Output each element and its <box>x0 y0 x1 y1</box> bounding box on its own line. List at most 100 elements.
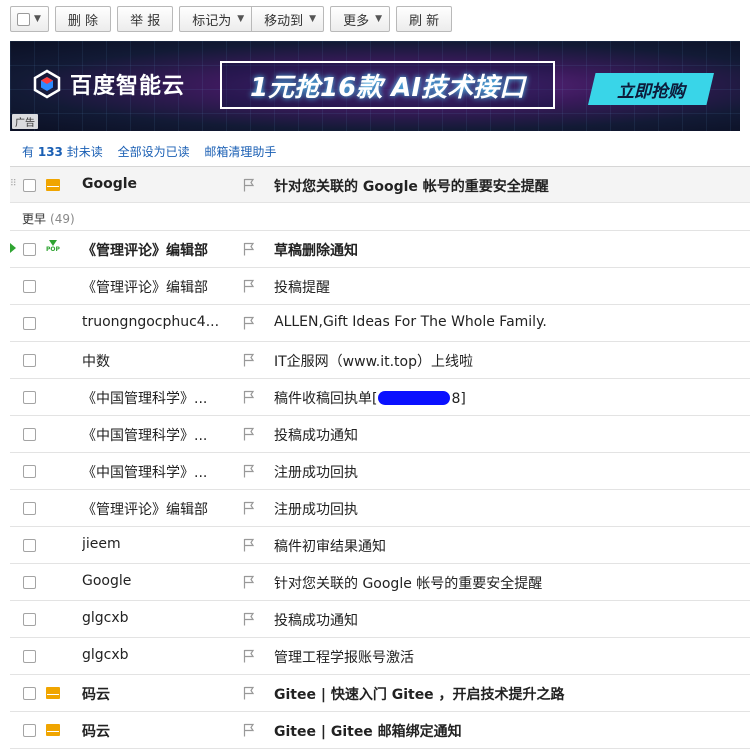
flag-icon[interactable] <box>243 353 255 367</box>
mail-sender: 中数 <box>82 354 110 370</box>
move-to-dropdown[interactable]: 移动到 ▼ <box>252 6 325 32</box>
row-checkbox[interactable] <box>23 687 36 700</box>
flag-icon[interactable] <box>243 686 255 700</box>
flag-icon[interactable] <box>243 575 255 589</box>
row-checkbox[interactable] <box>23 502 36 515</box>
mail-list: ⠿ Google 针对您关联的 Google 帐号的重要安全提醒 更早 (49) … <box>10 166 750 749</box>
promo-frame: 1元抢16款 AI技术接口 <box>220 61 555 109</box>
mark-move-group: 标记为 ▼ 移动到 ▼ <box>179 6 325 34</box>
pop-download-icon: POP <box>46 240 60 256</box>
mail-subject: 针对您关联的 Google 帐号的重要安全提醒 <box>274 576 543 592</box>
more-dropdown[interactable]: 更多 ▼ <box>330 6 391 32</box>
mail-sender: 码云 <box>82 724 110 740</box>
cloud-cube-icon <box>33 69 61 99</box>
row-checkbox[interactable] <box>23 243 36 256</box>
mark-all-read-link[interactable]: 全部设为已读 <box>118 145 190 159</box>
mail-row[interactable]: 《中国管理科学》... 投稿成功通知 <box>10 416 750 453</box>
flag-icon[interactable] <box>243 242 255 256</box>
row-checkbox[interactable] <box>23 354 36 367</box>
flag-icon[interactable] <box>243 427 255 441</box>
mail-row[interactable]: 《管理评论》编辑部 投稿提醒 <box>10 268 750 305</box>
mail-subject: 稿件初审结果通知 <box>274 539 386 555</box>
flag-icon[interactable] <box>243 464 255 478</box>
delete-button[interactable]: 删 除 <box>54 6 112 32</box>
mail-row[interactable]: 码云 Gitee | 快速入门 Gitee ，开启技术提升之路 <box>10 675 750 712</box>
flag-icon[interactable] <box>243 178 255 192</box>
mark-as-label: 标记为 <box>192 13 232 29</box>
flag-icon[interactable] <box>243 649 255 663</box>
envelope-icon <box>46 687 60 699</box>
report-button[interactable]: 举 报 <box>117 6 174 32</box>
row-checkbox[interactable] <box>23 391 36 404</box>
mail-subject: Gitee | Gitee 邮箱绑定通知 <box>274 724 462 740</box>
flag-icon[interactable] <box>243 501 255 515</box>
mail-sender: 《中国管理科学》... <box>82 391 208 407</box>
flag-icon[interactable] <box>243 279 255 293</box>
row-checkbox[interactable] <box>23 724 36 737</box>
row-checkbox[interactable] <box>23 613 36 626</box>
redaction-mark <box>378 391 451 405</box>
unread-count[interactable]: 133 <box>38 145 63 159</box>
mail-row[interactable]: glgcxb 投稿成功通知 <box>10 601 750 638</box>
mail-subject: 稿件收稿回执单[8] <box>274 388 466 408</box>
mail-sender: jieem <box>82 536 121 552</box>
mail-row[interactable]: 中数 IT企服网（www.it.top）上线啦 <box>10 342 750 379</box>
brand-name: 百度智能云 <box>70 74 186 99</box>
row-checkbox[interactable] <box>23 428 36 441</box>
mailbox-cleanup-link[interactable]: 邮箱清理助手 <box>204 145 276 159</box>
mail-subject: 投稿成功通知 <box>274 428 358 444</box>
mark-as-dropdown[interactable]: 标记为 ▼ <box>179 6 253 32</box>
mail-subject: Gitee | 快速入门 Gitee ，开启技术提升之路 <box>274 687 565 703</box>
mail-row[interactable]: glgcxb 管理工程学报账号激活 <box>10 638 750 675</box>
mail-row[interactable]: Google 针对您关联的 Google 帐号的重要安全提醒 <box>10 564 750 601</box>
row-checkbox[interactable] <box>23 576 36 589</box>
envelope-icon <box>46 724 60 736</box>
mail-sender: Google <box>82 573 132 589</box>
row-checkbox[interactable] <box>23 280 36 293</box>
buy-now-button[interactable]: 立即抢购 <box>588 73 714 105</box>
mail-subject: 注册成功回执 <box>274 502 358 518</box>
mail-subject: 管理工程学报账号激活 <box>274 650 414 666</box>
pinned-mail-row[interactable]: ⠿ Google 针对您关联的 Google 帐号的重要安全提醒 <box>10 166 750 203</box>
mail-row[interactable]: truongngocphuc4... ALLEN,Gift Ideas For T… <box>10 305 750 342</box>
mail-sender: 《管理评论》编辑部 <box>82 243 208 259</box>
flag-icon[interactable] <box>243 538 255 552</box>
chevron-down-icon: ▼ <box>309 14 317 24</box>
unread-summary: 有 133 封未读 全部设为已读 邮箱清理助手 <box>22 143 276 160</box>
refresh-button[interactable]: 刷 新 <box>396 6 453 32</box>
flag-icon[interactable] <box>243 612 255 626</box>
flag-icon[interactable] <box>243 723 255 737</box>
mail-subject: 针对您关联的 Google 帐号的重要安全提醒 <box>274 179 549 195</box>
mail-sender: 《中国管理科学》... <box>82 465 208 481</box>
flag-icon[interactable] <box>243 316 255 330</box>
row-checkbox[interactable] <box>23 465 36 478</box>
drag-handle-icon[interactable]: ⠿ <box>10 179 17 189</box>
unread-prefix: 有 <box>22 145 35 159</box>
mail-subject: ALLEN,Gift Ideas For The Whole Family. <box>274 314 547 330</box>
ad-tag: 广告 <box>12 114 38 129</box>
unread-suffix: 封未读 <box>66 145 103 159</box>
row-checkbox[interactable] <box>23 179 36 192</box>
group-count: (49) <box>50 212 75 226</box>
row-checkbox[interactable] <box>23 650 36 663</box>
select-all-dropdown[interactable]: ▼ <box>10 6 49 32</box>
select-all-checkbox[interactable] <box>17 12 30 26</box>
chevron-down-icon: ▼ <box>375 14 383 24</box>
row-checkbox[interactable] <box>23 317 36 330</box>
flag-icon[interactable] <box>243 390 255 404</box>
mail-row[interactable]: 《管理评论》编辑部 注册成功回执 <box>10 490 750 527</box>
mail-rows: POP 《管理评论》编辑部 草稿删除通知 《管理评论》编辑部 投稿提醒 truongngo… <box>10 231 750 749</box>
group-header-earlier[interactable]: 更早 (49) <box>10 203 750 231</box>
mail-subject: IT企服网（www.it.top）上线啦 <box>274 354 473 370</box>
mail-row[interactable]: 《中国管理科学》... 注册成功回执 <box>10 453 750 490</box>
mail-row[interactable]: 码云 Gitee | Gitee 邮箱绑定通知 <box>10 712 750 749</box>
ad-banner[interactable]: 百度智能云 1元抢16款 AI技术接口 立即抢购 广告 <box>10 41 740 131</box>
mail-sender: glgcxb <box>82 610 129 626</box>
mail-row[interactable]: 《中国管理科学》... 稿件收稿回执单[8] <box>10 379 750 416</box>
mail-row[interactable]: POP 《管理评论》编辑部 草稿删除通知 <box>10 231 750 268</box>
mail-sender: Google <box>82 176 138 192</box>
mail-subject-suffix: 8] <box>451 391 466 407</box>
mail-row[interactable]: jieem 稿件初审结果通知 <box>10 527 750 564</box>
row-checkbox[interactable] <box>23 539 36 552</box>
mail-sender: truongngocphuc4... <box>82 314 220 330</box>
